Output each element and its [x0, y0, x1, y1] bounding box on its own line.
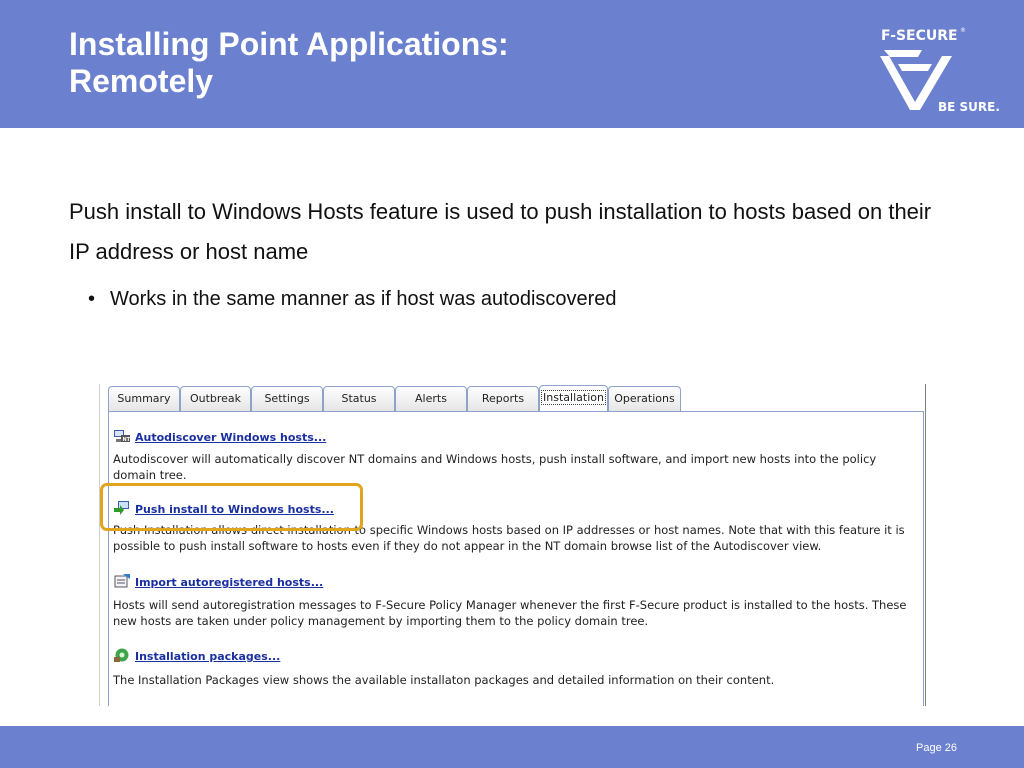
- installation-packages-link-label: Installation packages...: [135, 650, 281, 663]
- push-install-highlight-box: [100, 483, 363, 531]
- tab-reports[interactable]: Reports: [467, 386, 539, 411]
- tab-installation-label: Installation: [541, 390, 606, 405]
- network-icon: NT: [114, 430, 131, 443]
- tab-settings[interactable]: Settings: [251, 386, 323, 411]
- bullet-dot: •: [88, 288, 96, 310]
- import-autoregistered-link-label: Import autoregistered hosts...: [135, 576, 324, 589]
- bullet-item: • Works in the same manner as if host was…: [88, 284, 617, 314]
- import-icon: [114, 574, 130, 588]
- autodiscover-description: Autodiscover will automatically discover…: [113, 452, 877, 482]
- f-secure-logo: F-SECURE ® BE SURE.: [880, 27, 1000, 114]
- header-bar: Installing Point Applications: Remotely …: [0, 0, 1024, 128]
- installation-panel: NT Autodiscover Windows hosts... Autodis…: [108, 411, 924, 706]
- logo-brand-text: F-SECURE: [881, 28, 958, 44]
- import-autoregistered-description: Hosts will send autoregistration message…: [113, 598, 907, 628]
- logo-registered-mark: ®: [960, 27, 966, 34]
- tab-installation[interactable]: Installation: [539, 385, 608, 412]
- tab-summary[interactable]: Summary: [108, 386, 180, 411]
- installation-packages-description: The Installation Packages view shows the…: [113, 673, 775, 687]
- svg-text:NT: NT: [123, 437, 131, 443]
- import-autoregistered-link[interactable]: Import autoregistered hosts...: [113, 573, 323, 589]
- autodiscover-link-label: Autodiscover Windows hosts...: [135, 431, 327, 444]
- bullet-text: Works in the same manner as if host was …: [110, 288, 617, 310]
- installation-packages-link[interactable]: Installation packages...: [113, 647, 280, 663]
- package-icon: [114, 648, 129, 662]
- tab-operations[interactable]: Operations: [608, 386, 681, 411]
- tab-alerts[interactable]: Alerts: [395, 386, 467, 411]
- console-screenshot: Summary Outbreak Settings Status Alerts …: [99, 384, 926, 706]
- title-line-1: Installing Point Applications:: [69, 26, 509, 62]
- tab-status[interactable]: Status: [323, 386, 395, 411]
- footer-bar: Page 26: [0, 726, 1024, 768]
- tab-outbreak[interactable]: Outbreak: [180, 386, 251, 411]
- title-line-2: Remotely: [69, 63, 214, 99]
- page-number: Page 26: [916, 742, 957, 754]
- slide-title: Installing Point Applications: Remotely: [69, 26, 509, 100]
- autodiscover-link[interactable]: NT Autodiscover Windows hosts...: [113, 428, 326, 444]
- intro-paragraph: Push install to Windows Hosts feature is…: [69, 199, 932, 264]
- logo-tagline: BE SURE.: [938, 100, 1000, 114]
